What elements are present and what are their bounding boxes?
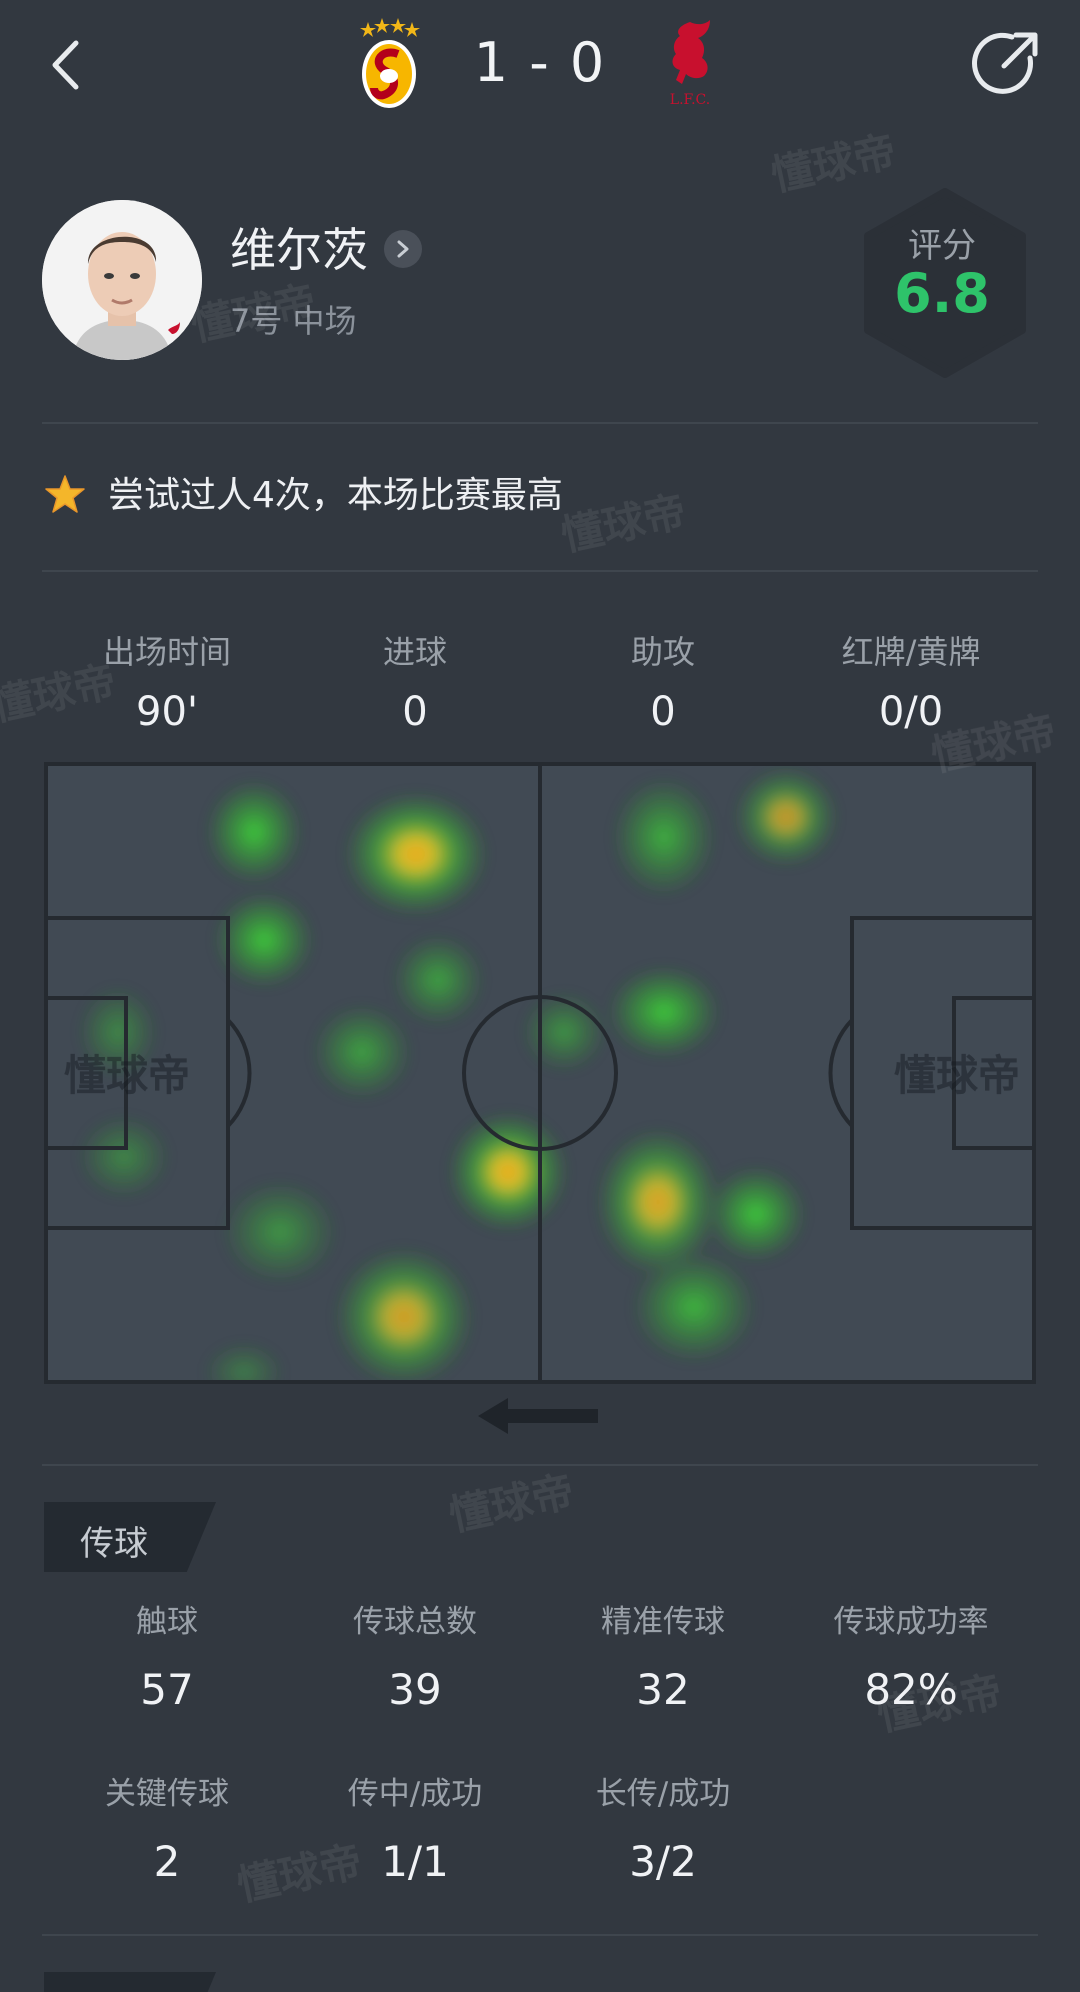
away-team-logo[interactable]: L.F.C.	[660, 18, 720, 110]
stat-long-balls: 长传/成功 3/2	[538, 1772, 788, 1892]
stat-label: 传球成功率	[833, 1604, 989, 1640]
share-button[interactable]	[970, 28, 1042, 100]
arrow-left-icon	[478, 1398, 598, 1434]
heatmap-pitch: 懂球帝 懂球帝	[44, 762, 1036, 1384]
section-title: 传球	[80, 1524, 148, 1564]
stat-label: 关键传球	[105, 1776, 229, 1812]
liverpool-crest-icon: L.F.C.	[670, 20, 710, 108]
player-number-position: 7号 中场	[230, 302, 357, 340]
stat-value: 0	[402, 689, 428, 735]
stat-total-passes: 传球总数 39	[290, 1600, 540, 1720]
match-header: 1 - 0 L.F.C.	[0, 0, 1080, 130]
stat-pass-accuracy: 传球成功率 82%	[786, 1600, 1036, 1720]
stat-value: 39	[388, 1665, 442, 1714]
rating-value: 6.8	[894, 262, 990, 325]
stat-label: 进球	[382, 633, 447, 671]
lfc-text: L.F.C.	[670, 92, 710, 108]
player-name[interactable]: 维尔茨	[230, 222, 368, 278]
stat-touches: 触球 57	[42, 1600, 292, 1720]
divider	[42, 1934, 1038, 1936]
stat-label: 红牌/黄牌	[841, 633, 981, 671]
stat-value: 57	[140, 1665, 194, 1714]
stat-value: 0	[650, 689, 676, 735]
stat-accurate-passes: 精准传球 32	[538, 1600, 788, 1720]
divider	[42, 422, 1038, 424]
galatasaray-crest-icon	[360, 18, 420, 108]
heatmap-blobs	[78, 767, 838, 1384]
section-tag-passing: 传球	[44, 1502, 216, 1572]
stat-value: 0/0	[878, 689, 944, 735]
stat-minutes: 出场时间 90'	[42, 630, 292, 740]
rating-label: 评分	[908, 226, 976, 266]
stat-value: 3/2	[629, 1837, 697, 1886]
stat-label: 长传/成功	[595, 1776, 731, 1812]
stat-crosses: 传中/成功 1/1	[290, 1772, 540, 1892]
stat-label: 触球	[136, 1604, 198, 1640]
stat-label: 传中/成功	[347, 1776, 483, 1812]
match-score: 1 - 0	[473, 31, 607, 94]
stat-cards: 红牌/黄牌 0/0	[786, 630, 1036, 740]
player-avatar[interactable]	[42, 200, 202, 360]
stat-assists: 助攻 0	[538, 630, 788, 740]
stat-value: 32	[636, 1665, 690, 1714]
player-photo	[42, 200, 202, 360]
divider	[42, 570, 1038, 572]
stat-label: 助攻	[630, 633, 695, 671]
stat-label: 传球总数	[353, 1604, 477, 1640]
watermark: 懂球帝	[556, 486, 691, 561]
player-match-stats-page: 1 - 0 L.F.C. 维尔茨 7号 中场 评分 6.8 尝试过人4次，本场比…	[0, 0, 1080, 1992]
star-icon	[45, 475, 85, 513]
stat-value: 82%	[864, 1665, 958, 1714]
stat-key-passes: 关键传球 2	[42, 1772, 292, 1892]
highlight-text: 尝试过人4次，本场比赛最高	[108, 475, 563, 516]
divider	[42, 1464, 1038, 1466]
chevron-left-icon	[52, 40, 79, 90]
stat-value: 1/1	[381, 1837, 449, 1886]
player-detail-button[interactable]	[384, 230, 422, 268]
stat-goals: 进球 0	[290, 630, 540, 740]
home-team-logo[interactable]	[352, 18, 426, 110]
chevron-right-icon	[397, 240, 409, 258]
stat-label: 精准传球	[601, 1604, 725, 1640]
share-icon	[972, 32, 1038, 94]
back-button[interactable]	[40, 30, 90, 100]
stat-value: 90'	[136, 689, 198, 735]
section-tag-attack: 进攻	[44, 1972, 216, 1992]
stat-label: 出场时间	[102, 633, 231, 671]
pitch-lines	[44, 762, 1036, 1384]
watermark: 懂球帝	[444, 1466, 579, 1541]
section-title: 进攻	[80, 1986, 148, 1992]
heatmap-svg	[44, 762, 1036, 1384]
stat-value: 2	[153, 1837, 181, 1886]
